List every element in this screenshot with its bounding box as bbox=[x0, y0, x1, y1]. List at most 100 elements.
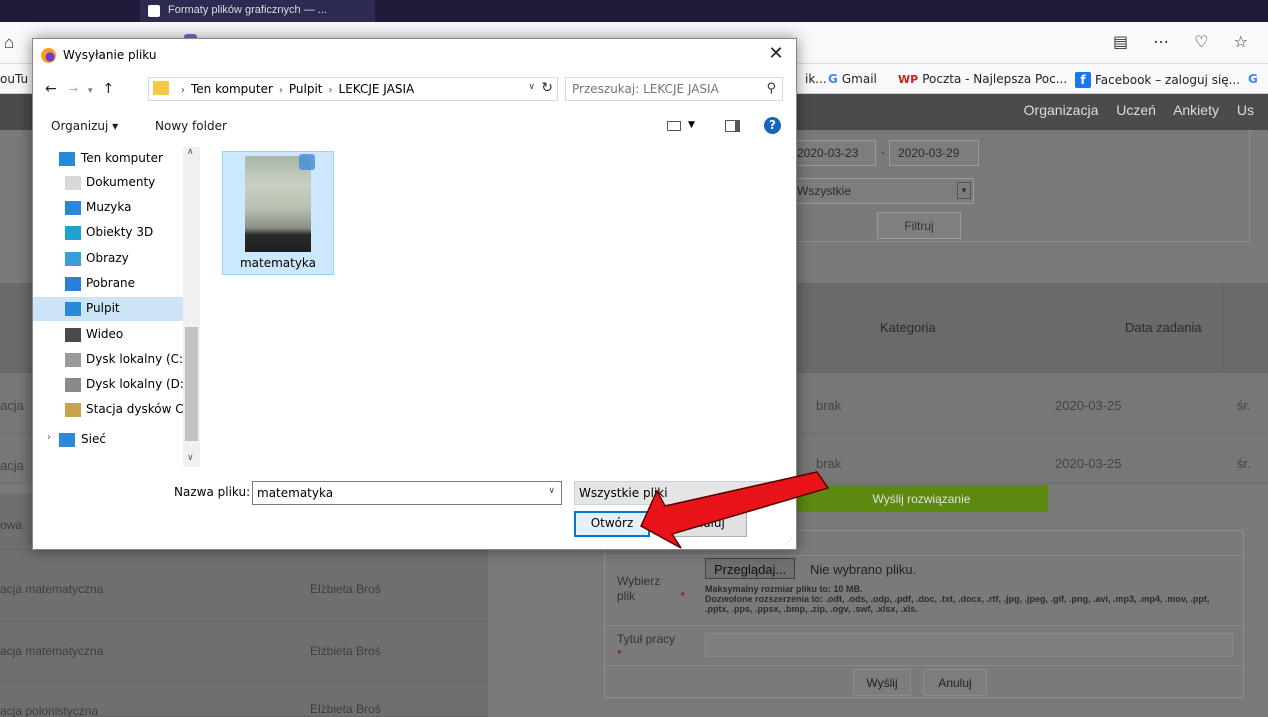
music-icon bbox=[65, 201, 81, 215]
date-separator: - bbox=[881, 145, 885, 159]
scroll-down-icon[interactable]: ∨ bbox=[187, 453, 194, 463]
row-name: acja bbox=[0, 458, 24, 473]
list-item[interactable]: acja matematyczna Elżbieta Broś bbox=[0, 622, 488, 682]
file-hint: Maksymalny rozmiar pliku to: 10 MB. Dozw… bbox=[705, 584, 1235, 614]
view-icon[interactable] bbox=[667, 121, 681, 131]
resize-grip-icon[interactable]: ⋰ bbox=[785, 537, 793, 546]
file-label: Wybierz plik * bbox=[617, 574, 686, 603]
title-row: Tytuł pracy * bbox=[605, 625, 1243, 665]
home-icon[interactable]: ⌂ bbox=[4, 33, 14, 53]
bookmark-youtube[interactable]: ouTu bbox=[0, 72, 28, 86]
firefox-icon bbox=[41, 48, 56, 63]
help-icon[interactable]: ? bbox=[764, 117, 781, 134]
nav-item-documents[interactable]: Dokumenty bbox=[33, 171, 188, 195]
list-teacher: Elżbieta Broś bbox=[310, 582, 381, 596]
row-date: 2020-03-25 bbox=[1055, 456, 1122, 471]
breadcrumb-item[interactable]: Pulpit bbox=[289, 82, 323, 96]
chevron-down-icon[interactable]: ∨ bbox=[548, 486, 555, 496]
nav-item-drive-d[interactable]: Dysk lokalny (D:) bbox=[33, 373, 188, 397]
bookmark-truncated[interactable]: ik... bbox=[805, 72, 827, 86]
list-subject: acja matematyczna bbox=[0, 644, 104, 658]
no-file-text: Nie wybrano pliku. bbox=[810, 562, 917, 577]
file-item-matematyka[interactable]: matematyka bbox=[222, 151, 334, 275]
refresh-icon[interactable]: ↻ bbox=[541, 80, 553, 96]
column-header-category[interactable]: Kategoria bbox=[880, 320, 936, 335]
row-day: śr. bbox=[1237, 456, 1251, 471]
nav-organizacja[interactable]: Organizacja bbox=[1024, 102, 1099, 118]
close-icon[interactable]: ✕ bbox=[764, 43, 788, 64]
navigation-pane[interactable]: › Sieć Stacja dysków C Dysk lokalny (D:) Dys… bbox=[33, 147, 201, 467]
scroll-up-icon[interactable]: ∧ bbox=[187, 147, 194, 157]
nav-user[interactable]: Us bbox=[1237, 102, 1254, 118]
browser-tab[interactable]: Formaty plików graficznych — ... bbox=[140, 0, 375, 22]
new-folder-button[interactable]: Nowy folder bbox=[155, 119, 227, 133]
browser-toolbar-icons[interactable]: ▤ ⋯ ♡ ☆ bbox=[1113, 32, 1258, 51]
organize-menu[interactable]: Organizuj ▾ bbox=[51, 119, 118, 133]
nav-item-dvd-drive[interactable]: Stacja dysków C bbox=[33, 398, 188, 422]
chevron-down-icon[interactable]: ∨ bbox=[528, 82, 535, 92]
nav-item-pictures[interactable]: Obrazy bbox=[33, 247, 188, 271]
forward-arrow-icon[interactable]: → bbox=[69, 83, 78, 96]
nav-ankiety[interactable]: Ankiety bbox=[1173, 102, 1219, 118]
cancel-button[interactable]: Anuluj bbox=[923, 669, 987, 696]
nav-item-label: Obrazy bbox=[86, 251, 129, 265]
filename-input[interactable]: matematyka ∨ bbox=[252, 481, 562, 505]
recent-locations-icon[interactable]: ▾ bbox=[88, 86, 93, 96]
search-icon[interactable]: ⚲ bbox=[766, 81, 776, 96]
filename-label: Nazwa pliku: bbox=[174, 485, 251, 499]
filter-button[interactable]: Filtruj bbox=[877, 212, 961, 239]
up-arrow-icon[interactable]: ↑ bbox=[102, 81, 114, 97]
row-name: acja bbox=[0, 398, 24, 413]
search-box[interactable]: ⚲ bbox=[565, 77, 783, 101]
file-row: Wybierz plik * Przeglądaj... Nie wybrano… bbox=[605, 555, 1243, 625]
search-input[interactable] bbox=[566, 78, 756, 100]
column-header-date[interactable]: Data zadania bbox=[1125, 320, 1202, 335]
list-item[interactable]: acja polonistyczna Elżbieta Broś bbox=[0, 682, 488, 717]
downloads-icon bbox=[65, 277, 81, 291]
dialog-cancel-button[interactable]: Anuluj bbox=[665, 511, 747, 537]
chevron-down-icon[interactable]: ▼ bbox=[688, 120, 695, 130]
open-button[interactable]: Otwórz bbox=[574, 511, 650, 537]
nav-item-3d-objects[interactable]: Obiekty 3D bbox=[33, 221, 188, 245]
chevron-right-icon[interactable]: › bbox=[47, 432, 51, 443]
dvd-drive-icon bbox=[65, 403, 81, 417]
google-icon: G bbox=[828, 72, 838, 86]
nav-uczen[interactable]: Uczeń bbox=[1116, 102, 1156, 118]
bookmark-wp-poczta[interactable]: WP Poczta - Najlepsza Poc... bbox=[898, 72, 1067, 86]
nav-item-label: Wideo bbox=[86, 327, 124, 341]
send-solution-button[interactable]: Wyślij rozwiązanie bbox=[795, 485, 1048, 512]
nav-item-video[interactable]: Wideo bbox=[33, 323, 188, 347]
filetype-select[interactable]: Wszystkie pliki bbox=[574, 481, 772, 505]
tab-favicon-icon bbox=[148, 5, 160, 17]
browse-button[interactable]: Przeglądaj... bbox=[705, 558, 796, 579]
nav-item-label: Ten komputer bbox=[81, 151, 163, 165]
nav-item-network[interactable]: › Sieć bbox=[33, 428, 188, 452]
bookmark-gmail[interactable]: G Gmail bbox=[828, 72, 877, 86]
nav-item-downloads[interactable]: Pobrane bbox=[33, 272, 188, 296]
date-to-field[interactable]: 2020-03-29 bbox=[889, 140, 979, 166]
back-arrow-icon[interactable]: ← bbox=[45, 81, 57, 97]
breadcrumb-item[interactable]: LEKCJE JASIA bbox=[339, 82, 415, 96]
tab-title: Formaty plików graficznych — ... bbox=[168, 4, 327, 16]
computer-icon bbox=[59, 152, 75, 166]
row-category: brak bbox=[816, 456, 842, 471]
send-button[interactable]: Wyślij bbox=[853, 669, 911, 696]
nav-item-music[interactable]: Muzyka bbox=[33, 196, 188, 220]
preview-pane-icon[interactable] bbox=[725, 120, 740, 132]
nav-item-drive-c[interactable]: Dysk lokalny (C:) bbox=[33, 348, 188, 372]
nav-item-desktop[interactable]: Pulpit bbox=[33, 297, 188, 321]
bookmark-facebook[interactable]: f Facebook – zaloguj się... bbox=[1075, 72, 1240, 88]
scroll-thumb[interactable] bbox=[185, 327, 198, 441]
dialog-titlebar[interactable]: Wysyłanie pliku ✕ bbox=[33, 39, 796, 71]
breadcrumb-item[interactable]: Ten komputer bbox=[191, 82, 273, 96]
scrollbar[interactable]: ∧ ∨ bbox=[183, 147, 200, 467]
address-bar[interactable]: › Ten komputer › Pulpit › LEKCJE JASIA ∨ ↻ bbox=[148, 77, 558, 101]
nav-item-label: Sieć bbox=[81, 432, 106, 446]
category-select[interactable]: Wszystkie ▾ bbox=[788, 178, 974, 204]
list-item[interactable]: acja matematyczna Elżbieta Broś bbox=[0, 550, 488, 622]
nav-item-computer[interactable]: Ten komputer bbox=[33, 147, 188, 171]
title-input[interactable] bbox=[705, 633, 1233, 657]
bookmark-google[interactable]: G bbox=[1248, 72, 1258, 86]
date-from-field[interactable]: 2020-03-23 bbox=[788, 140, 876, 166]
row-day: śr. bbox=[1237, 398, 1251, 413]
